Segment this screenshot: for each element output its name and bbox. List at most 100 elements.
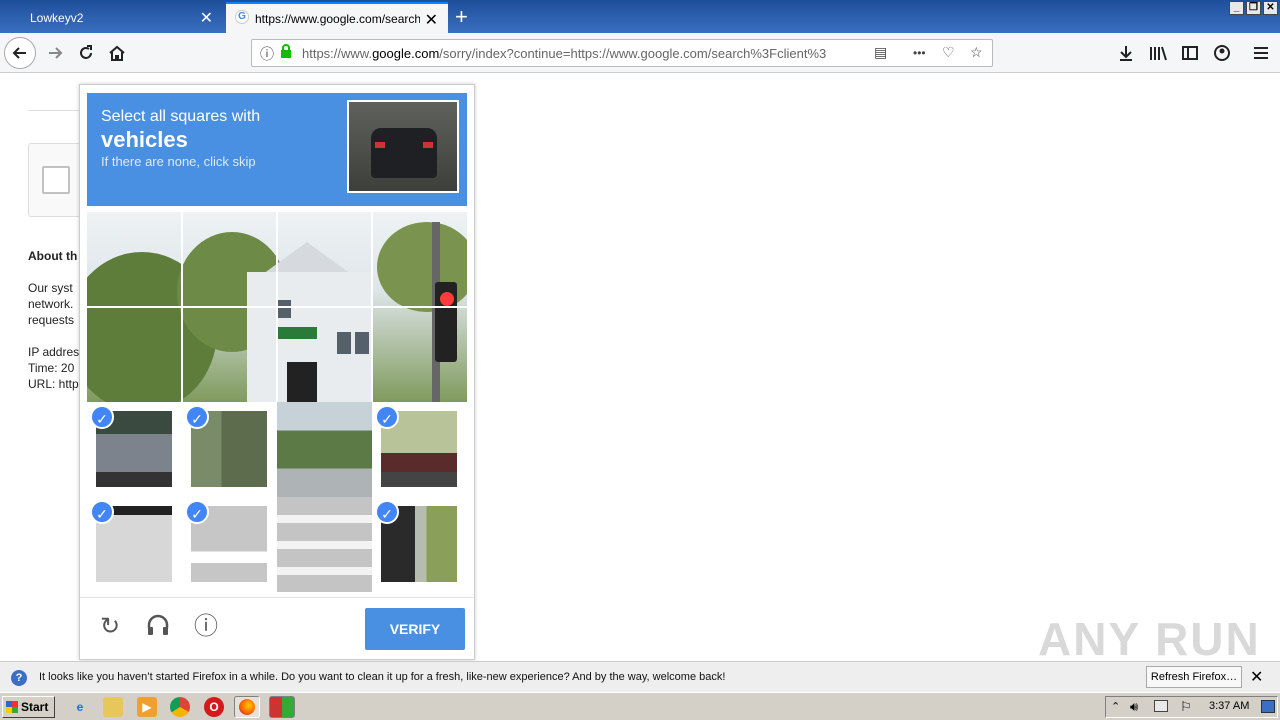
selected-check-icon: ✓ <box>90 405 114 429</box>
firefox-taskbar-button[interactable] <box>234 696 260 718</box>
grid-tile-selected[interactable]: ✓ <box>182 402 277 497</box>
street-sign-image <box>277 327 317 339</box>
tile-image <box>277 497 372 592</box>
google-favicon-icon: G <box>235 10 249 24</box>
window-controls: _ ❐ ✕ <box>1229 1 1278 15</box>
notification-close-icon[interactable]: ✕ <box>1250 667 1263 687</box>
lock-icon[interactable] <box>280 44 292 61</box>
selected-check-icon: ✓ <box>185 405 209 429</box>
opera-icon[interactable]: O <box>204 697 224 717</box>
reload-challenge-icon[interactable]: ↻ <box>95 612 125 642</box>
house-window <box>355 332 369 354</box>
network-icon[interactable] <box>1154 700 1168 712</box>
downloads-button[interactable] <box>1111 38 1141 68</box>
account-button[interactable] <box>1207 38 1237 68</box>
system-tray: ⌃ 🔊︎ ⚐ 3:37 AM <box>1105 696 1278 718</box>
tile-image <box>277 402 372 497</box>
folder-icon[interactable] <box>103 697 123 717</box>
reload-button[interactable] <box>71 38 101 68</box>
sidebar-icon <box>1182 46 1198 60</box>
firefox-icon <box>239 699 255 715</box>
minimize-icon[interactable]: _ <box>1229 1 1244 15</box>
info-icon[interactable]: ⓘ <box>260 44 274 64</box>
page-text-line: Time: 20 <box>28 361 75 375</box>
tab-label: Lowkeyv2 <box>30 10 84 25</box>
page-text-line: IP addres <box>28 345 80 359</box>
new-tab-button[interactable]: + <box>455 4 468 30</box>
forward-button[interactable] <box>40 38 70 68</box>
sample-image <box>347 100 459 193</box>
tab-lowkeyv2[interactable]: Lowkeyv2 ✕ <box>0 2 223 33</box>
question-icon: ? <box>11 670 27 686</box>
reader-view-icon[interactable]: ▤ <box>874 44 887 61</box>
library-button[interactable] <box>1143 38 1173 68</box>
selected-check-icon: ✓ <box>185 500 209 524</box>
page-text-line: network. <box>28 297 74 311</box>
help-info-icon[interactable]: ⓘ <box>191 612 221 642</box>
page-actions-icon[interactable]: ••• <box>913 46 926 60</box>
start-button[interactable]: Start <box>2 696 55 718</box>
url-domain: google.com <box>372 46 440 61</box>
menu-button[interactable] <box>1246 38 1276 68</box>
account-icon <box>1214 45 1230 61</box>
back-button[interactable] <box>4 37 36 69</box>
grid-tile[interactable] <box>277 497 372 592</box>
action-center-flag-icon[interactable]: ⚐ <box>1180 699 1192 715</box>
start-label: Start <box>21 700 49 714</box>
page-text-line: Our syst <box>28 281 73 295</box>
navigation-toolbar: ⓘ https://www.google.com/sorry/index?con… <box>0 33 1280 73</box>
app-taskbar-button[interactable] <box>269 696 295 718</box>
tab-google-search[interactable]: G https://www.google.com/search?c ✕ <box>226 2 448 33</box>
audio-challenge-icon[interactable] <box>143 612 173 642</box>
notification-text: It looks like you haven’t started Firefo… <box>39 671 726 683</box>
grid-tile-selected[interactable]: ✓ <box>87 402 182 497</box>
address-bar[interactable]: ⓘ https://www.google.com/sorry/index?con… <box>251 39 993 67</box>
tab-close-icon[interactable]: ✕ <box>425 10 438 30</box>
chrome-icon[interactable] <box>170 697 190 717</box>
close-window-icon[interactable]: ✕ <box>1263 1 1278 15</box>
volume-icon[interactable]: 🔊︎ <box>1130 699 1138 715</box>
traffic-signal-image <box>287 362 317 402</box>
download-icon <box>1120 46 1132 61</box>
anyrun-watermark: ANY RUN <box>1038 613 1261 665</box>
grid-line <box>87 306 467 308</box>
grid-tile-selected[interactable]: ✓ <box>182 497 277 592</box>
grid-tile-selected[interactable]: ✓ <box>372 402 467 497</box>
verify-button[interactable]: VERIFY <box>365 608 465 650</box>
title-bar: Lowkeyv2 ✕ G https://www.google.com/sear… <box>0 0 1280 33</box>
internet-explorer-icon[interactable]: e <box>70 697 90 717</box>
grid-tile-selected[interactable]: ✓ <box>372 497 467 592</box>
captcha-footer: ↻ ⓘ VERIFY <box>80 597 474 660</box>
url-text: https://www.google.com/sorry/index?conti… <box>302 46 842 61</box>
bookmark-star-icon[interactable]: ☆ <box>970 44 983 61</box>
selected-check-icon: ✓ <box>375 405 399 429</box>
about-heading: About th <box>28 249 78 263</box>
media-player-icon[interactable]: ▶ <box>137 697 157 717</box>
red-light-image <box>440 292 454 306</box>
house-window <box>277 300 291 318</box>
selected-check-icon: ✓ <box>375 500 399 524</box>
refresh-firefox-button[interactable]: Refresh Firefox… <box>1146 666 1242 688</box>
tray-expand-icon[interactable]: ⌃ <box>1111 700 1120 713</box>
image-grid: ✓ ✓ ✓ ✓ ✓ ✓ <box>87 212 467 592</box>
show-desktop-icon[interactable] <box>1261 700 1275 713</box>
windows-taskbar: Start e ▶ O ⌃ 🔊︎ ⚐ 3:37 AM <box>0 692 1280 720</box>
target-object-label: vehicles <box>101 127 188 152</box>
sample-car-image <box>371 128 437 178</box>
grid-tile[interactable] <box>277 402 372 497</box>
hamburger-menu-icon <box>1254 47 1268 59</box>
pocket-icon[interactable]: ♡ <box>942 44 955 61</box>
sidebar-button[interactable] <box>1175 38 1205 68</box>
reload-icon <box>80 45 92 59</box>
grid-tile-selected[interactable]: ✓ <box>87 497 182 592</box>
selected-check-icon: ✓ <box>90 500 114 524</box>
recaptcha-checkbox[interactable] <box>42 166 70 194</box>
forward-arrow-icon <box>49 47 63 59</box>
url-path: /sorry/index?continue=https://www.google… <box>439 46 827 61</box>
restore-icon[interactable]: ❐ <box>1246 1 1261 15</box>
skip-hint-text: If there are none, click skip <box>101 154 256 169</box>
home-icon <box>109 45 125 61</box>
tab-close-icon[interactable]: ✕ <box>200 8 213 28</box>
captcha-challenge-dialog: Select all squares with vehicles If ther… <box>79 84 475 660</box>
home-button[interactable] <box>102 38 132 68</box>
